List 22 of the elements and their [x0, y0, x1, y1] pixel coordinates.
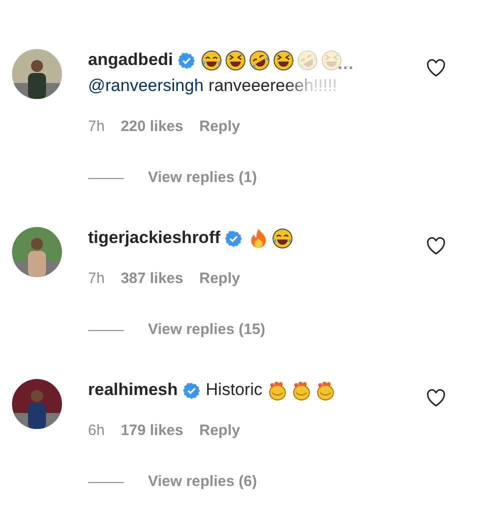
heart-icon[interactable]	[426, 59, 446, 77]
more-indicator: …	[337, 54, 354, 74]
view-replies-link[interactable]: View replies (15)	[148, 320, 266, 340]
reply-link[interactable]: Reply	[199, 421, 240, 441]
comment-time: 6h	[88, 421, 105, 441]
username-link[interactable]: angadbedi	[88, 50, 174, 70]
likes-count[interactable]: 387 likes	[120, 269, 184, 289]
comment-text: Historic	[206, 380, 262, 400]
reply-link[interactable]: Reply	[199, 117, 240, 137]
heart-icon[interactable]	[426, 389, 446, 407]
heart-icon[interactable]	[426, 237, 446, 255]
comment-time: 7h	[88, 269, 105, 289]
likes-count[interactable]: 220 likes	[120, 117, 184, 137]
view-replies-link[interactable]: View replies (1)	[148, 168, 257, 188]
likes-count[interactable]: 179 likes	[120, 421, 184, 441]
username-link[interactable]: realhimesh	[88, 380, 178, 400]
comment-time: 7h	[88, 117, 105, 137]
comment-text: ranveeereeeh!!!!!	[208, 76, 338, 96]
view-replies-link[interactable]: View replies (6)	[148, 472, 257, 492]
reply-link[interactable]: Reply	[199, 269, 240, 289]
username-link[interactable]: tigerjackieshroff	[88, 228, 220, 248]
mention-link[interactable]: @ranveersingh	[88, 76, 204, 96]
